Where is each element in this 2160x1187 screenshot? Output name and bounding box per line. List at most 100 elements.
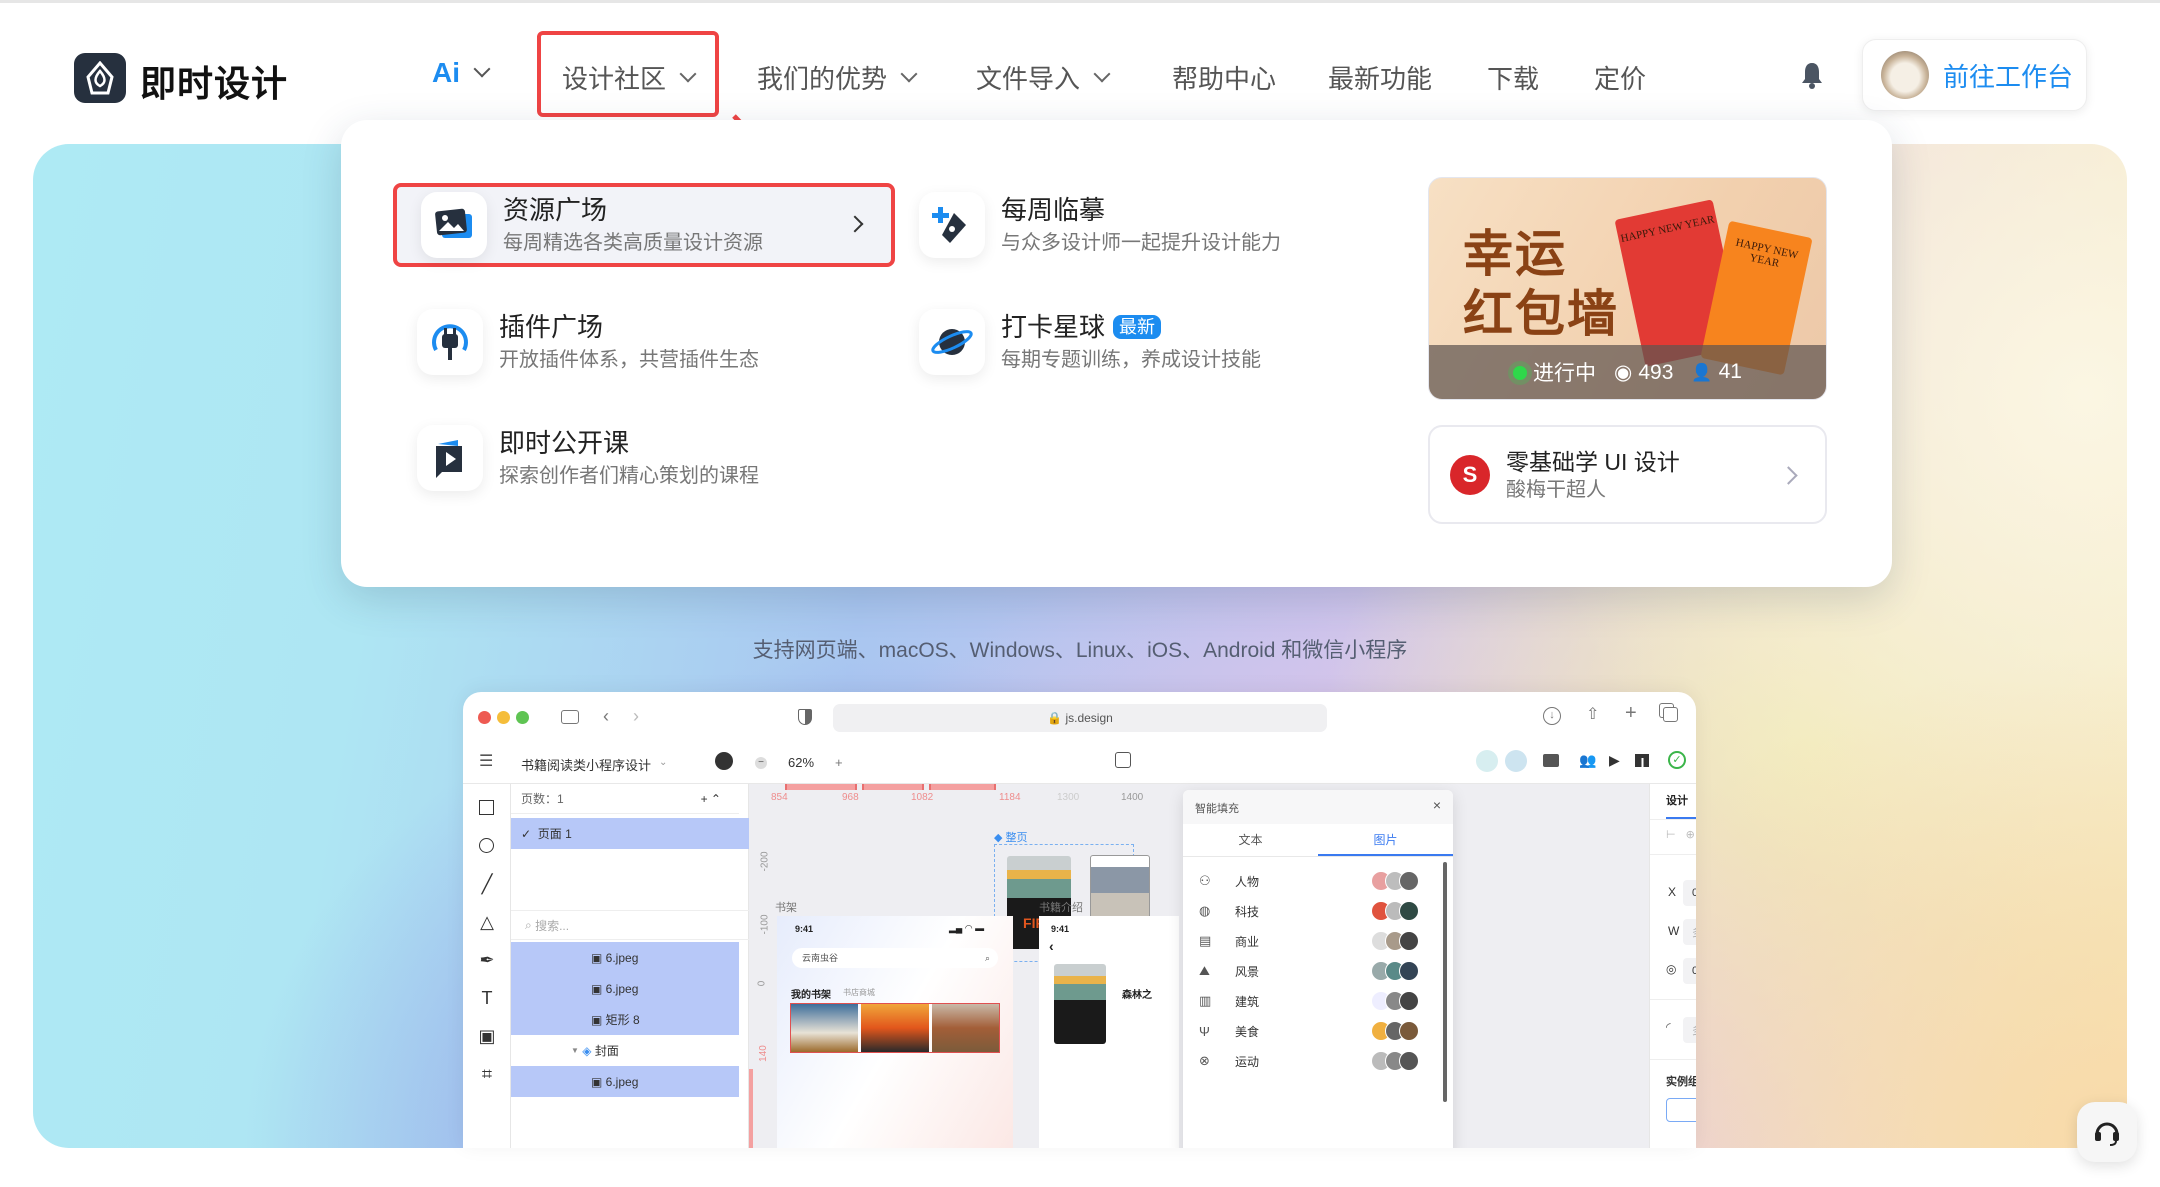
nav-advantages[interactable]: 我们的优势 [757,59,918,96]
chevron-down-icon: ⌄ [659,757,668,768]
pages-count: 页数：1 [521,792,564,806]
menu-item-desc: 每期专题训练，养成设计技能 [1001,349,1261,371]
menu-item-open-course[interactable]: 即时公开课 探索创作者们精心策划的课程 [393,416,893,500]
layer-name: 6.jpeg [605,981,639,996]
page-item[interactable]: ✓ 页面 1 [511,818,749,849]
frame-label-whole-page[interactable]: ◆ 整页 [994,829,1028,845]
course-author: 酸梅干超人 [1506,478,1606,501]
play-icon: ▶ [1609,752,1620,768]
close-icon[interactable]: × [1433,797,1441,813]
x-field[interactable]: 0 [1683,880,1696,906]
smart-fill-category[interactable]: ▤ 商业 [1199,926,1439,956]
phone-tab[interactable]: 书店商城 [843,987,875,998]
nav-pricing[interactable]: 定价 [1594,59,1646,96]
phone-tab-active[interactable]: 我的书架 [791,986,831,1001]
layer-row[interactable]: ▣ 6.jpeg [511,973,739,1004]
share-icon: ⇧ [1586,706,1600,723]
nav-new-features[interactable]: 最新功能 [1328,59,1432,96]
smart-fill-category[interactable]: ⚇ 人物 [1199,866,1439,896]
layer-row[interactable]: ▣ 6.jpeg [511,1066,739,1097]
nav-design-community[interactable]: 设计社区 [562,59,697,96]
nav-help-center[interactable]: 帮助中心 [1172,59,1276,96]
views-count: 493 [1638,360,1674,384]
url-text: js.design [1065,711,1113,725]
add-page-icon[interactable]: + ⌃ [701,792,721,806]
menu-item-plugin-square[interactable]: 插件广场 开放插件体系，共营插件生态 [393,300,893,384]
nav-download[interactable]: 下载 [1487,59,1539,96]
new-badge: 最新 [1113,315,1162,339]
book-cover[interactable] [931,1004,999,1052]
logo-text[interactable]: 即时设计 [140,55,288,107]
text-tool-icon[interactable]: T [477,988,497,1008]
status-indicator: 进行中 [1513,357,1596,387]
ellipse-tool-icon[interactable] [479,838,494,853]
sample-thumbnails [1371,901,1419,921]
page-name: 页面 1 [537,827,572,841]
thumbnail [1399,1021,1419,1041]
line-tool-icon[interactable]: ╱ [477,874,497,894]
component-icon [1115,752,1131,768]
layer-row[interactable]: ▣ 6.jpeg [511,942,739,973]
top-nav: 即时设计 Ai 设计社区 我们的优势 文件导入 帮助中心 最新功能 下载 定价 … [0,0,2160,120]
menu-item-title: 每周临摹 [1001,195,1106,225]
promo-title-line: 红包墙 [1463,286,1619,342]
scrollbar[interactable] [1443,862,1447,1102]
smart-fill-category[interactable]: Ψ 美食 [1199,1016,1439,1046]
download-icon: ↓ [1543,707,1561,725]
back-arrow-icon[interactable]: ‹ [1049,938,1054,954]
bell-icon[interactable] [1800,61,1824,89]
frame-tool-icon[interactable]: ⌗ [477,1064,497,1084]
tab-text[interactable]: 文本 [1183,824,1318,856]
menu-item-resource-square[interactable]: 资源广场 每周精选各类高质量设计资源 [393,183,895,267]
course-card[interactable]: S 零基础学 UI 设计 酸梅干超人 [1428,425,1827,524]
w-field[interactable]: 多个值 [1683,919,1696,945]
align-toolbar[interactable]: ⊢⊕⊣⊤⊞⊥ [1666,828,1696,841]
go-to-workspace-button[interactable]: 前往工作台 [1862,39,2087,111]
phone-search[interactable]: 云南虫谷 ⌕ [792,948,998,968]
logo-icon[interactable] [74,53,126,103]
smart-fill-category[interactable]: ▥ 建筑 [1199,986,1439,1016]
nav-label: 设计社区 [562,64,667,94]
editor-toolbar: ☰ 书籍阅读类小程序设计 ⌄ − 62% + 👥 ▶ ✓ [463,742,1696,784]
image-tool-icon[interactable]: ▣ [477,1026,497,1046]
menu-item-weekly-copy[interactable]: 每周临摹 与众多设计师一起提升设计能力 [895,183,1395,267]
play-video-icon [417,425,483,491]
phone-frame-bookshelf[interactable]: 9:41 ▂▄ ◠ ▬ 云南虫谷 ⌕ 我的书架 书店商城 [777,916,1013,1148]
nav-file-import[interactable]: 文件导入 [976,59,1111,96]
book-cover[interactable] [791,1004,859,1052]
phone-frame-book-intro[interactable]: 9:41 ‹ 森林之 [1039,916,1179,1148]
smart-fill-category[interactable]: ⊗ 运动 [1199,1046,1439,1076]
tab-design[interactable]: 设计 [1666,792,1696,819]
layer-row[interactable]: ▣ 矩形 8 [511,1004,739,1035]
layer-search[interactable]: ⌕ 搜索... [511,910,749,940]
menu-item-checkin-planet[interactable]: 打卡星球 最新 每期专题训练，养成设计技能 [895,300,1395,384]
status-dot-icon [1513,366,1528,380]
edit-component-button[interactable]: 编辑引用组件 [1666,1098,1696,1122]
rotation-field[interactable]: 0° [1683,958,1696,984]
ruler-marker [749,1069,753,1148]
lucky-red-envelope-promo[interactable]: 幸运 红包墙 HAPPY NEW YEAR HAPPY NEW YEAR 进行中 … [1428,177,1827,400]
chevron-right-icon [1779,466,1798,485]
menu-item-title: 插件广场 [499,312,604,342]
pen-tool-icon[interactable]: ✒ [477,950,497,970]
corner-radius-icon: ◜ [1666,1020,1671,1034]
nav-ai[interactable]: Ai [432,57,491,89]
layer-row[interactable]: ▼ ◈ 封面 [511,1035,739,1066]
smart-fill-category[interactable]: ◍ 科技 [1199,896,1439,926]
sidebar-toggle-icon [561,710,579,724]
file-name: 书籍阅读类小程序设计 [521,758,652,773]
book-cover[interactable] [861,1004,929,1052]
rotation-icon: ◎ [1666,962,1677,976]
nav-label: 文件导入 [976,64,1081,94]
menu-item-title: 资源广场 [503,195,608,225]
tab-image[interactable]: 图片 [1318,824,1453,856]
menu-item-text: 插件广场 开放插件体系，共营插件生态 [499,310,759,374]
layer-name: 封面 [594,1044,619,1058]
triangle-tool-icon[interactable]: △ [477,912,497,932]
rectangle-tool-icon[interactable] [479,800,494,815]
promo-title-line: 幸运 [1463,226,1567,282]
smart-fill-category[interactable]: ⛰ 风景 [1199,956,1439,986]
zoom-level: 62% [788,755,815,770]
radius-field[interactable]: 多个值 [1683,1017,1696,1043]
customer-service-button[interactable] [2077,1102,2137,1162]
